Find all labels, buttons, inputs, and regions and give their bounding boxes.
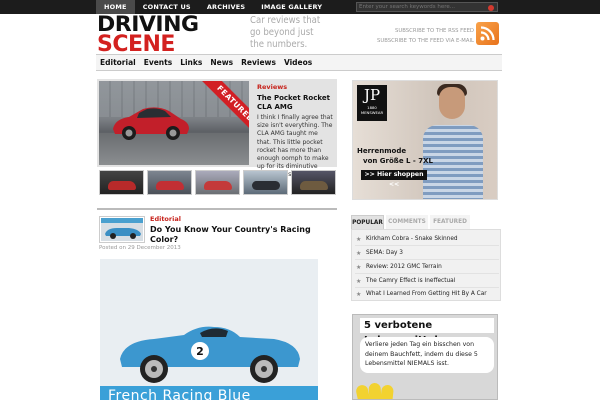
jp-logo-text: JP	[363, 86, 381, 104]
thumbnail-car	[108, 181, 136, 190]
svg-text:2: 2	[196, 345, 204, 358]
post-thumbnail[interactable]	[99, 216, 145, 243]
thumbnail-car	[204, 181, 232, 190]
feed-links: SUBSCRIBE TO THE RSS FEED SUBSCRIBE TO T…	[372, 27, 474, 46]
featured-post: FEATURED Reviews The Pocket Rocket CLA A…	[97, 79, 337, 178]
top-bar: HOME CONTACT US ARCHIVES IMAGE GALLERY	[0, 0, 600, 14]
nav-events[interactable]: Events	[140, 55, 177, 70]
rss-feed-link[interactable]: SUBSCRIBE TO THE RSS FEED	[372, 27, 474, 37]
jp-logo: JP 1880 MENSWEAR	[357, 85, 387, 121]
search-icon[interactable]	[488, 4, 494, 11]
post-image-caption: French Racing Blue	[108, 388, 251, 400]
top-nav: HOME CONTACT US ARCHIVES IMAGE GALLERY	[96, 0, 330, 14]
food-ad[interactable]: 5 verbotene Lebensmittel Verliere jeden …	[352, 314, 498, 400]
list-item-label: What I Learned From Getting Hit By A Car	[366, 291, 487, 297]
thumbnail-3[interactable]	[195, 170, 240, 195]
nav-links[interactable]: Links	[176, 55, 206, 70]
search-box	[356, 2, 498, 12]
tab-featured[interactable]: FEATURED	[430, 215, 470, 229]
list-item[interactable]: ★ Kirkham Cobra - Snake Skinned	[355, 233, 499, 246]
list-item[interactable]: ★ Review: 2012 GMC Terrain	[355, 261, 499, 274]
featured-image[interactable]: FEATURED	[99, 81, 249, 165]
topnav-contact-us[interactable]: CONTACT US	[135, 0, 199, 14]
list-item-label: Review: 2012 GMC Terrain	[366, 264, 442, 270]
thumbnail-car	[156, 181, 184, 190]
ad-shop-button[interactable]: >> Hier shoppen <<	[361, 170, 427, 188]
post-title[interactable]: Do You Know Your Country's Racing Color?	[150, 225, 340, 245]
rss-icon[interactable]	[476, 22, 499, 45]
list-item[interactable]: ★ The Camry Effect is Ineffectual	[355, 275, 499, 288]
section-divider	[97, 208, 337, 210]
search-input[interactable]	[359, 3, 483, 11]
thumbnail-2[interactable]	[147, 170, 192, 195]
food-ad-body: Verliere jeden Tag ein bisschen von dein…	[360, 337, 494, 373]
sidebar-tabs: POPULAR COMMENTS FEATURED	[351, 215, 501, 229]
model-head	[439, 87, 465, 119]
star-icon: ★	[356, 291, 362, 298]
list-item-label: SEMA: Day 3	[366, 250, 403, 256]
popular-list: ★ Kirkham Cobra - Snake Skinned ★ SEMA: Da…	[351, 229, 501, 301]
email-feed-link[interactable]: SUBSCRIBE TO THE FEED VIA E-MAIL	[372, 37, 474, 47]
menswear-ad[interactable]: JP 1880 MENSWEAR Herrenmode von Größe L …	[352, 80, 498, 200]
post-date: Posted on 29 December 2013	[99, 245, 181, 251]
nav-reviews[interactable]: Reviews	[237, 55, 280, 70]
list-item[interactable]: ★ What I Learned From Getting Hit By A Ca…	[355, 288, 499, 301]
main-nav: Editorial Events Links News Reviews Vide…	[96, 54, 502, 71]
blue-racing-car-thumb	[105, 228, 141, 239]
jp-logo-sub: 1880 MENSWEAR	[360, 105, 384, 115]
star-icon: ★	[356, 264, 362, 271]
banana	[379, 384, 395, 399]
list-item-label: The Camry Effect is Ineffectual	[366, 278, 456, 284]
thumbnail-4[interactable]	[243, 170, 288, 195]
topnav-image-gallery[interactable]: IMAGE GALLERY	[253, 0, 330, 14]
thumbnail-5[interactable]	[291, 170, 336, 195]
food-ad-headline: 5 verbotene Lebensmittel	[360, 318, 494, 346]
site-logo[interactable]: DRIVING SCENE	[97, 13, 243, 57]
featured-title[interactable]: The Pocket Rocket CLA AMG	[257, 94, 333, 112]
ad-line-2: von Größe L - 7XL	[363, 157, 433, 165]
thumbnail-car	[300, 181, 328, 190]
site-tagline: Car reviews that go beyond just the numb…	[250, 15, 321, 50]
post-category[interactable]: Editorial	[150, 215, 181, 223]
tab-popular[interactable]: POPULAR	[351, 215, 384, 229]
ad-line-1: Herrenmode	[357, 147, 407, 155]
page: HOME CONTACT US ARCHIVES IMAGE GALLERY D…	[0, 0, 600, 400]
topnav-home[interactable]: HOME	[96, 0, 135, 14]
featured-category[interactable]: Reviews	[257, 83, 287, 91]
tab-comments[interactable]: COMMENTS	[386, 215, 428, 229]
thumbnail-1[interactable]	[99, 170, 144, 195]
nav-news[interactable]: News	[206, 55, 237, 70]
list-item[interactable]: ★ SEMA: Day 3	[355, 247, 499, 260]
list-item-label: Kirkham Cobra - Snake Skinned	[366, 236, 458, 242]
star-icon: ★	[356, 250, 362, 257]
nav-videos[interactable]: Videos	[280, 55, 316, 70]
racing-car-illustration: 2	[120, 326, 300, 383]
post-thumbnail-bar	[101, 218, 143, 223]
thumbnail-motorcycle	[252, 181, 280, 190]
post-image[interactable]: 2 French Racing Blue	[100, 259, 318, 400]
topnav-archives[interactable]: ARCHIVES	[199, 0, 253, 14]
red-car-illustration	[113, 107, 189, 140]
featured-thumbnails	[97, 170, 339, 196]
banana-illustration	[355, 381, 417, 399]
star-icon: ★	[356, 278, 362, 285]
nav-editorial[interactable]: Editorial	[96, 55, 140, 70]
star-icon: ★	[356, 236, 362, 243]
